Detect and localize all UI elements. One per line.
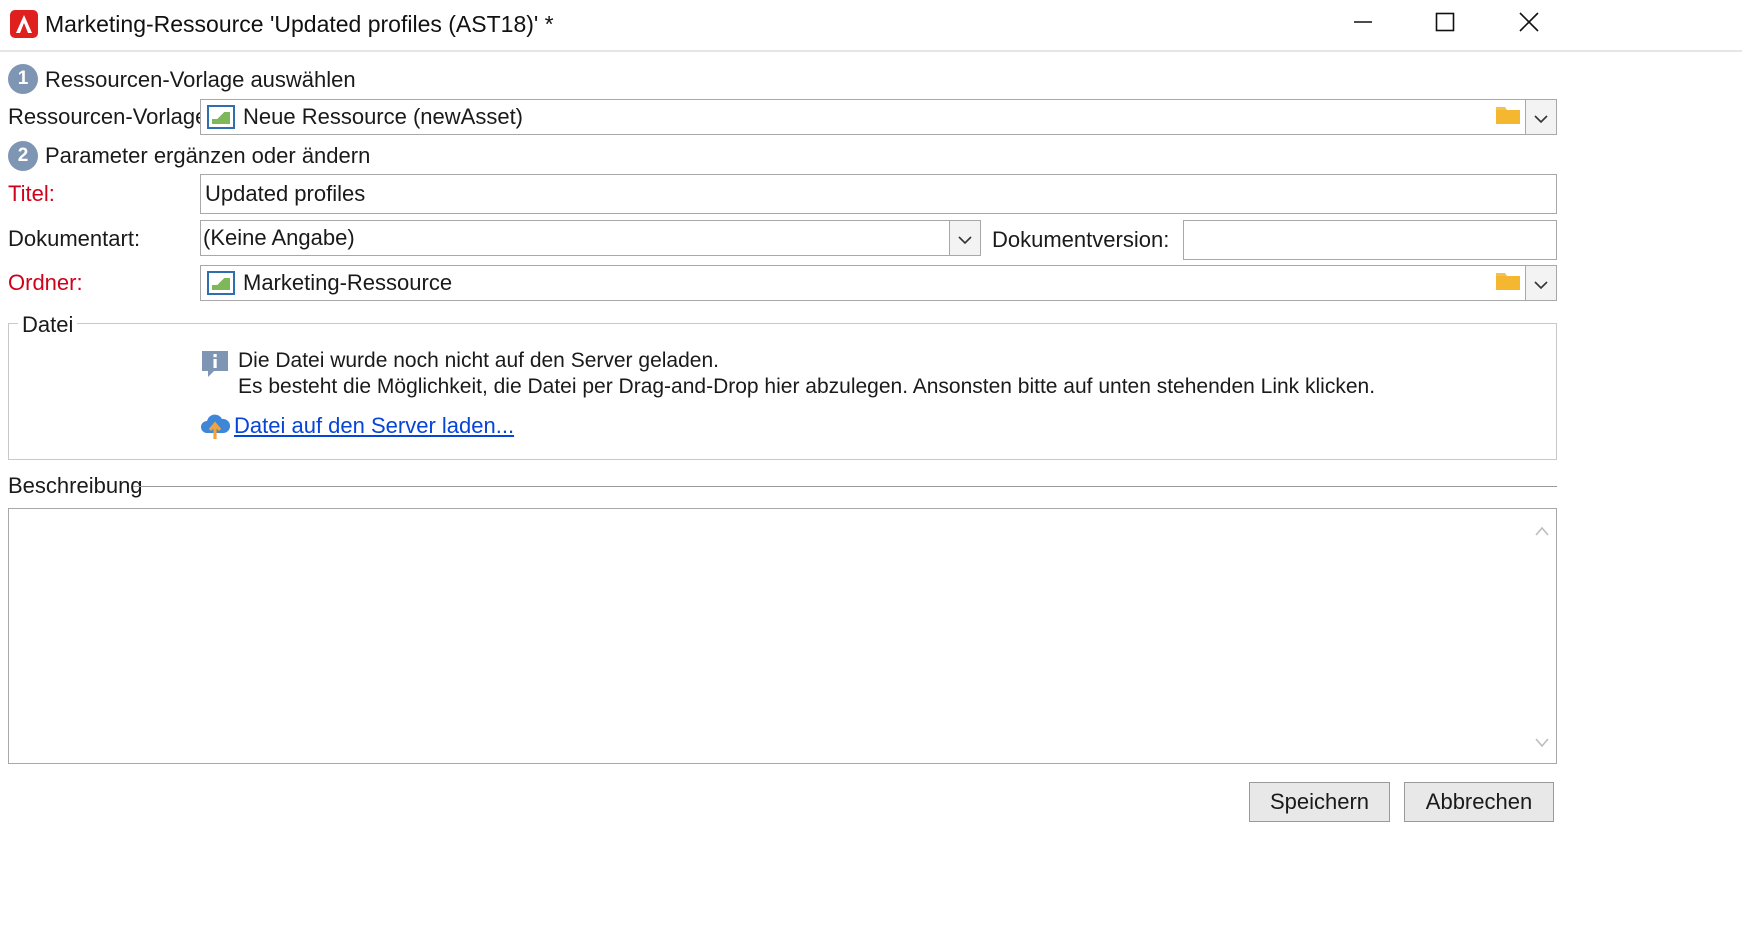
file-info-line-2: Es besteht die Möglichkeit, die Datei pe…	[238, 375, 1376, 398]
folder-value: Marketing-Ressource	[243, 270, 453, 295]
scroll-up-icon[interactable]	[1534, 517, 1550, 543]
maximize-button[interactable]	[1400, 0, 1490, 50]
asset-image-icon	[207, 105, 235, 129]
docversion-input[interactable]	[1183, 220, 1557, 260]
file-info-line-1: Die Datei wurde noch nicht auf den Serve…	[238, 349, 719, 372]
description-textarea[interactable]	[8, 508, 1557, 764]
adobe-campaign-icon	[10, 10, 38, 38]
upload-link[interactable]: Datei auf den Server laden...	[234, 413, 514, 439]
chevron-down-icon	[957, 225, 973, 251]
title-input[interactable]: Updated profiles	[200, 174, 1557, 214]
doctype-label: Dokumentart:	[8, 226, 141, 251]
close-icon	[1519, 12, 1539, 38]
step-1-heading: Ressourcen-Vorlage auswählen	[45, 67, 356, 92]
doctype-value: (Keine Angabe)	[203, 225, 355, 250]
window-title: Marketing-Ressource 'Updated profiles (A…	[45, 11, 554, 37]
maximize-icon	[1435, 12, 1455, 38]
minimize-button[interactable]	[1318, 0, 1408, 50]
step-2-badge: 2	[8, 141, 38, 171]
title-label: Titel:	[8, 181, 55, 206]
cancel-button-label: Abbrechen	[1425, 789, 1533, 814]
folder-dropdown-button[interactable]	[1525, 266, 1556, 300]
description-legend: Beschreibung	[8, 473, 143, 498]
minimize-icon	[1353, 12, 1373, 38]
close-button[interactable]	[1484, 0, 1574, 50]
docversion-label: Dokumentversion:	[992, 227, 1170, 252]
doctype-dropdown-button[interactable]	[949, 221, 980, 255]
step-2-heading: Parameter ergänzen oder ändern	[45, 143, 371, 168]
file-group-legend: Datei	[18, 312, 78, 338]
template-folder-button[interactable]	[1490, 100, 1526, 134]
scroll-down-icon[interactable]	[1534, 729, 1550, 755]
title-value: Updated profiles	[205, 181, 366, 206]
folder-icon	[1495, 269, 1521, 297]
upload-cloud-icon	[200, 411, 231, 447]
template-field[interactable]: Neue Ressource (newAsset)	[200, 99, 1557, 135]
description-divider	[133, 486, 1557, 487]
chevron-down-icon	[1533, 270, 1549, 296]
template-dropdown-button[interactable]	[1525, 100, 1556, 134]
folder-browse-button[interactable]	[1490, 266, 1526, 300]
step-1-badge: 1	[8, 64, 38, 94]
info-icon	[200, 349, 230, 385]
cancel-button[interactable]: Abbrechen	[1404, 782, 1554, 822]
folder-icon	[1495, 103, 1521, 131]
template-value: Neue Ressource (newAsset)	[243, 104, 524, 129]
asset-image-icon	[207, 271, 235, 295]
chevron-down-icon	[1533, 104, 1549, 130]
template-label: Ressourcen-Vorlage:	[8, 104, 214, 129]
save-button[interactable]: Speichern	[1249, 782, 1390, 822]
folder-label: Ordner:	[8, 270, 83, 295]
doctype-select[interactable]: (Keine Angabe)	[200, 220, 981, 256]
save-button-label: Speichern	[1269, 789, 1370, 814]
folder-field[interactable]: Marketing-Ressource	[200, 265, 1557, 301]
